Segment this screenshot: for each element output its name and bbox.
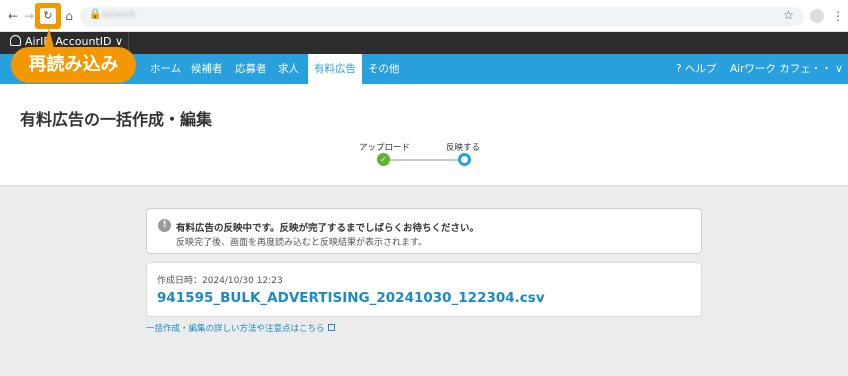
step-connector: [383, 159, 465, 161]
exclamation-icon: !: [158, 219, 171, 232]
csv-file-link[interactable]: 941595_BULK_ADVERTISING_20241030_122304.…: [157, 290, 545, 306]
help-link-nav[interactable]: ? ヘルプ: [676, 54, 716, 84]
home-icon[interactable]: ⌂: [62, 8, 76, 24]
nav-paid-ads[interactable]: 有料広告: [308, 54, 362, 84]
lock-icon: 🔒: [89, 9, 102, 20]
status-notice: ! 有料広告の反映中です。反映が完了するまでしばらくお待ちください。 反映完了後…: [146, 208, 702, 254]
callout-pointer: [44, 28, 54, 48]
back-arrow-icon[interactable]: ←: [6, 8, 20, 24]
current-step-icon: [458, 153, 471, 166]
how-to-link-text: 一括作成・編集の詳しい方法や注意点はこちら: [146, 324, 325, 334]
url-text: airwork: [102, 10, 136, 20]
check-icon: ✓: [377, 153, 390, 166]
nav-other[interactable]: その他: [368, 54, 400, 84]
nav-applicants[interactable]: 応募者: [235, 54, 267, 84]
how-to-link[interactable]: 一括作成・編集の詳しい方法や注意点はこちら: [146, 322, 335, 334]
step-apply-label: 反映する: [446, 143, 481, 153]
page-header: 有料広告の一括作成・編集 アップロード 反映する ✓: [0, 84, 848, 186]
forward-arrow-icon[interactable]: →: [22, 8, 36, 24]
nav-candidates[interactable]: 候補者: [191, 54, 223, 84]
notice-title: 有料広告の反映中です。反映が完了するまでしばらくお待ちください。: [176, 223, 480, 234]
external-link-icon: [327, 324, 335, 331]
file-card: 作成日時：2024/10/30 12:23 941595_BULK_ADVERT…: [146, 262, 702, 317]
reload-icon[interactable]: ↻: [40, 8, 56, 24]
browser-toolbar: ← → ↻ ⌂ 🔒 airwork ☆ ⋮: [0, 0, 848, 32]
nav-home[interactable]: ホーム: [150, 54, 181, 84]
nav-jobs[interactable]: 求人: [278, 54, 299, 84]
star-icon[interactable]: ☆: [783, 8, 794, 22]
created-date: 作成日時：2024/10/30 12:23: [157, 276, 283, 286]
address-bar[interactable]: 🔒 airwork ☆: [80, 7, 804, 26]
step-upload-label: アップロード: [359, 143, 411, 153]
reload-callout: 再読み込み: [11, 47, 136, 83]
menu-kebab-icon[interactable]: ⋮: [832, 8, 844, 24]
person-icon: [10, 35, 21, 46]
page-title: 有料広告の一括作成・編集: [20, 110, 213, 129]
profile-avatar-icon[interactable]: [810, 9, 824, 23]
notice-subtext: 反映完了後、画面を再度読み込むと反映結果が表示されます。: [176, 238, 428, 248]
company-menu[interactable]: Airワーク カフェ・・ ∨: [730, 54, 843, 84]
